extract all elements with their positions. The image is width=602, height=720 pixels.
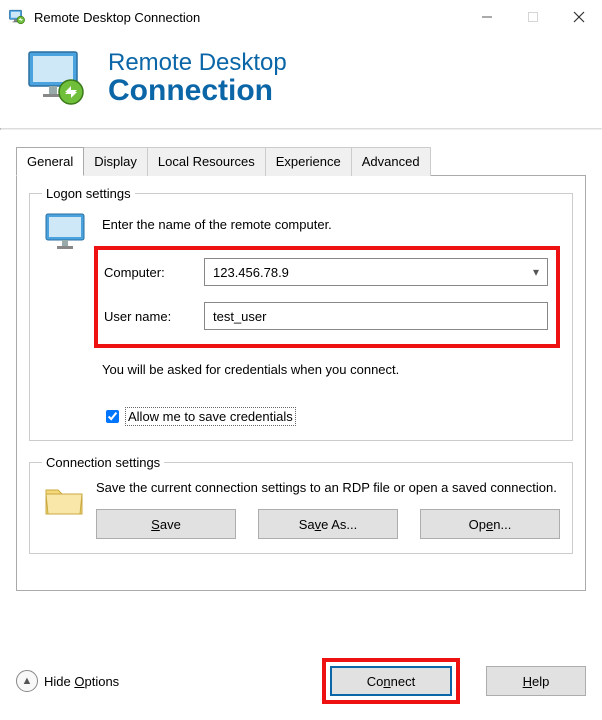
header-title-line1: Remote Desktop	[108, 50, 287, 75]
tab-display[interactable]: Display	[84, 147, 148, 176]
tab-general[interactable]: General	[16, 147, 84, 176]
save-as-button[interactable]: Save As...	[258, 509, 398, 539]
username-label: User name:	[104, 309, 204, 324]
save-credentials-label: Allow me to save credentials	[125, 407, 296, 426]
window-title: Remote Desktop Connection	[34, 10, 464, 25]
close-button[interactable]	[556, 1, 602, 33]
chevron-up-icon: ▲	[16, 670, 38, 692]
credentials-note: You will be asked for credentials when y…	[102, 362, 560, 377]
connection-settings-group: Connection settings Save the current con…	[29, 455, 573, 554]
hide-options-toggle[interactable]: ▲ Hide Options	[16, 670, 119, 692]
logon-settings-legend: Logon settings	[42, 186, 135, 201]
tab-panel-general: Logon settings Enter the name of the rem…	[16, 175, 586, 591]
tab-local-resources[interactable]: Local Resources	[148, 147, 266, 176]
monitor-icon	[42, 211, 92, 257]
open-button[interactable]: Open...	[420, 509, 560, 539]
tab-advanced[interactable]: Advanced	[352, 147, 431, 176]
input-highlight: Computer: 123.456.78.9 ▾ User name:	[94, 246, 560, 348]
username-input[interactable]	[204, 302, 548, 330]
connection-instruction: Save the current connection settings to …	[96, 480, 560, 495]
minimize-button[interactable]	[464, 1, 510, 33]
header: Remote Desktop Connection	[0, 34, 602, 128]
connection-settings-legend: Connection settings	[42, 455, 164, 470]
titlebar: Remote Desktop Connection	[0, 0, 602, 34]
rdp-icon	[8, 8, 26, 26]
footer: ▲ Hide Options Connect Help	[16, 658, 586, 704]
folder-icon	[42, 480, 86, 520]
logon-settings-group: Logon settings Enter the name of the rem…	[29, 186, 573, 441]
logon-instruction: Enter the name of the remote computer.	[102, 217, 560, 232]
computer-value: 123.456.78.9	[213, 265, 289, 280]
connect-button[interactable]: Connect	[330, 666, 452, 696]
computer-label: Computer:	[104, 265, 204, 280]
tab-strip: General Display Local Resources Experien…	[16, 146, 586, 175]
save-credentials-checkbox[interactable]	[106, 410, 119, 423]
chevron-down-icon: ▾	[533, 265, 539, 279]
connect-highlight: Connect	[322, 658, 460, 704]
maximize-button	[510, 1, 556, 33]
computer-combobox[interactable]: 123.456.78.9 ▾	[204, 258, 548, 286]
save-button[interactable]: Save	[96, 509, 236, 539]
tab-experience[interactable]: Experience	[266, 147, 352, 176]
rdp-large-icon	[24, 48, 90, 108]
help-button[interactable]: Help	[486, 666, 586, 696]
header-title-line2: Connection	[108, 75, 287, 107]
